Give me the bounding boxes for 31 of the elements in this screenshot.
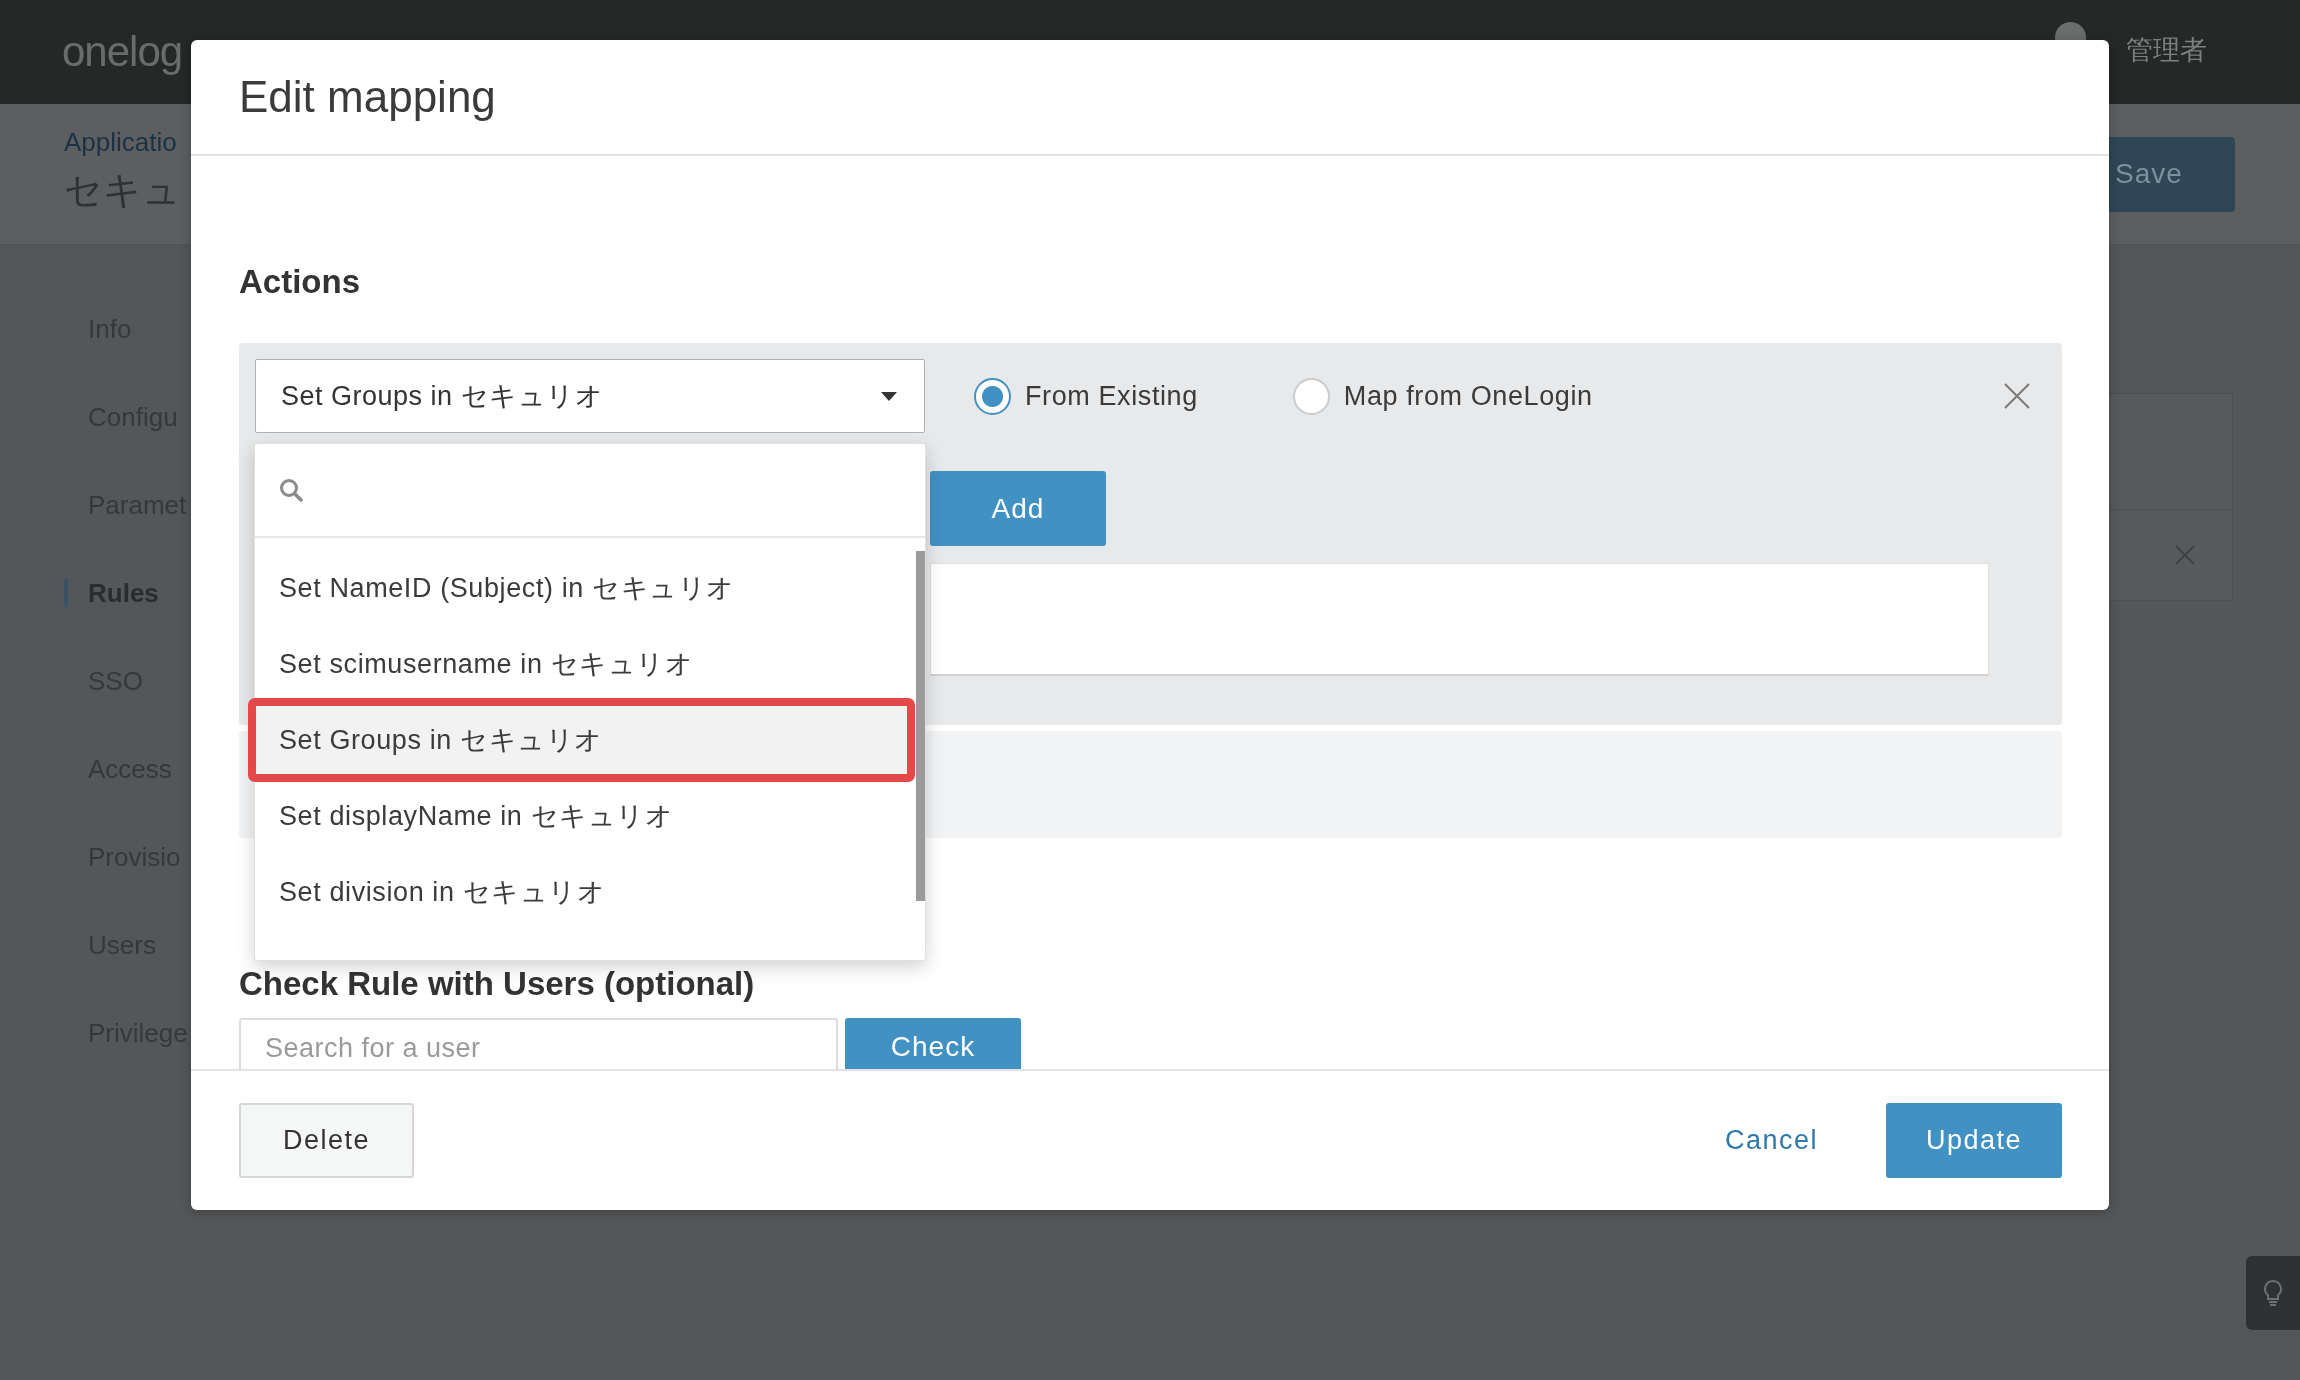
caret-icon: [881, 391, 897, 401]
radio-icon[interactable]: [974, 377, 1011, 415]
section-heading: Actions: [239, 262, 360, 302]
radio-icon[interactable]: [1292, 377, 1330, 415]
dialog-title: Edit mapping: [239, 72, 496, 122]
tips-button[interactable]: [2246, 1256, 2300, 1330]
update-button[interactable]: Update: [1886, 1103, 2062, 1178]
delete-button[interactable]: Delete: [239, 1103, 414, 1178]
breadcrumb-link[interactable]: Applicatio: [64, 126, 177, 158]
radio-option[interactable]: From Existing: [974, 377, 1198, 415]
user-search-field[interactable]: Search for a user: [239, 1018, 838, 1069]
scrollbar[interactable]: [916, 551, 925, 901]
user-name[interactable]: 管理者: [2126, 32, 2207, 68]
close-icon[interactable]: [2004, 383, 2030, 409]
dropdown-select[interactable]: Set Groups in セキュリオ: [255, 359, 925, 433]
input-field[interactable]: [930, 563, 1989, 676]
dropdown-option[interactable]: Set scimusername in セキュリオ: [255, 626, 915, 702]
section-heading: Check Rule with Users (optional): [239, 966, 755, 1002]
dropdown-option[interactable]: Set NameID (Subject) in セキュリオ: [255, 550, 915, 626]
search-icon: [279, 478, 303, 502]
save-button[interactable]: Save: [2109, 136, 2235, 212]
add-button[interactable]: Add: [930, 471, 1106, 546]
cancel-button[interactable]: Cancel: [1704, 1103, 1838, 1178]
close-icon[interactable]: [2175, 545, 2195, 565]
logo: onelog: [62, 28, 183, 76]
dropdown-option[interactable]: Set division in セキュリオ: [255, 854, 915, 930]
dropdown-option[interactable]: Set displayName in セキュリオ: [255, 778, 915, 854]
lightbulb-icon: [2264, 1280, 2282, 1306]
avatar-icon[interactable]: [2055, 22, 2086, 40]
check-button[interactable]: Check: [845, 1018, 1021, 1069]
radio-option[interactable]: Map from OneLogin: [1292, 377, 1593, 415]
